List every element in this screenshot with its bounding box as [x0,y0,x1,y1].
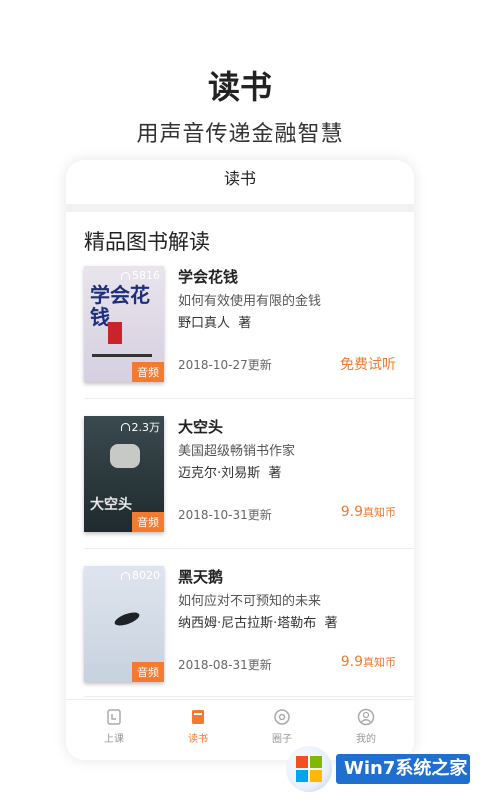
tab-circle[interactable]: 圈子 [252,708,312,745]
tab-reading[interactable]: 读书 [168,708,228,745]
section-title: 精品图书解读 [84,230,210,254]
headphones-icon [121,571,130,580]
user-icon [357,708,375,726]
windows-logo-icon [286,746,332,792]
book-author: 纳西姆·尼古拉斯·塔勒布 著 [178,616,338,631]
book-description: 如何应对不可预知的未来 [178,594,322,609]
feather-icon [113,609,141,629]
watermark-text: Win7系统之家 [336,754,470,784]
play-count: 5816 [121,269,160,282]
divider [66,204,414,212]
cover-decoration [92,354,152,357]
watermark: Win7系统之家 [286,746,472,794]
update-date: 2018-08-31更新 [178,658,272,672]
play-count: 8020 [121,569,160,582]
cover-title: 大空头 [90,497,132,513]
book-item[interactable]: 2.3万 大空头 音频 大空头 美国超级畅销书作家 迈克尔·刘易斯 著 2018… [84,416,396,534]
book-author: 野口真人 著 [178,316,252,331]
phone-screen: 读书 精品图书解读 5816 学会花钱 音频 学会花钱 如何有效使用有限的金钱 … [66,160,414,760]
book-description: 如何有效使用有限的金钱 [178,294,322,309]
app-title: 读书 [223,169,256,188]
circle-icon [274,709,290,725]
book-item[interactable]: 5816 学会花钱 音频 学会花钱 如何有效使用有限的金钱 野口真人 著 201… [84,266,396,384]
divider [84,548,414,549]
tab-lessons[interactable]: 上课 [84,708,144,745]
book-icon [107,709,121,725]
audio-tag: 音频 [132,362,164,382]
divider [84,398,414,399]
cover-decoration [108,322,122,344]
price-label[interactable]: 9.9真知币 [341,504,396,520]
book-cover[interactable]: 5816 学会花钱 音频 [84,266,164,382]
book-description: 美国超级畅销书作家 [178,444,296,459]
headphones-icon [121,271,130,280]
cover-decoration [110,444,140,468]
update-date: 2018-10-31更新 [178,508,272,522]
reading-icon [192,710,204,724]
update-date: 2018-10-27更新 [178,358,272,372]
hero-subtitle: 用声音传递金融智慧 [136,122,344,147]
book-title[interactable]: 黑天鹅 [178,566,223,587]
headphones-icon [120,423,130,431]
price-label[interactable]: 9.9真知币 [341,654,396,670]
book-cover[interactable]: 2.3万 大空头 音频 [84,416,164,532]
tab-me[interactable]: 我的 [336,708,396,745]
audio-tag: 音频 [132,512,164,532]
book-title[interactable]: 大空头 [178,416,223,437]
hero-title: 读书 [207,68,272,106]
book-item[interactable]: 8020 音频 黑天鹅 如何应对不可预知的未来 纳西姆·尼古拉斯·塔勒布 著 2… [84,566,396,684]
book-cover[interactable]: 8020 音频 [84,566,164,682]
audio-tag: 音频 [132,662,164,682]
book-title[interactable]: 学会花钱 [178,266,238,287]
free-trial-button[interactable]: 免费试听 [340,354,396,374]
play-count: 2.3万 [120,419,160,435]
divider [84,696,414,697]
book-author: 迈克尔·刘易斯 著 [178,466,282,481]
cover-title: 学会花钱 [90,283,150,329]
